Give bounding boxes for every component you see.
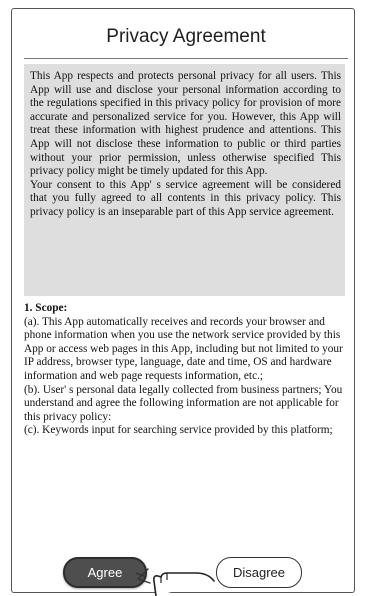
agree-label: Agree [87,565,123,580]
scope-section: 1. Scope: (a). This App automatically re… [24,302,344,438]
dialog-title: Privacy Agreement [106,26,266,47]
scope-item-b: (b). User' s personal data legally colle… [24,383,343,423]
disagree-label: Disagree [232,565,286,580]
scope-heading: 1. Scope: [24,302,68,314]
intro-paragraph-1: This App respects and protects personal … [30,70,341,178]
disagree-button[interactable]: Disagree [216,557,302,588]
agree-button[interactable]: Agree [63,557,147,588]
scope-item-c: (c). Keywords input for searching servic… [24,424,333,437]
scope-item-a: (a). This App automatically receives and… [24,315,343,382]
intro-panel: This App respects and protects personal … [24,64,345,296]
intro-paragraph-2: Your consent to this App' s service agre… [30,178,341,218]
title-divider [24,58,348,59]
